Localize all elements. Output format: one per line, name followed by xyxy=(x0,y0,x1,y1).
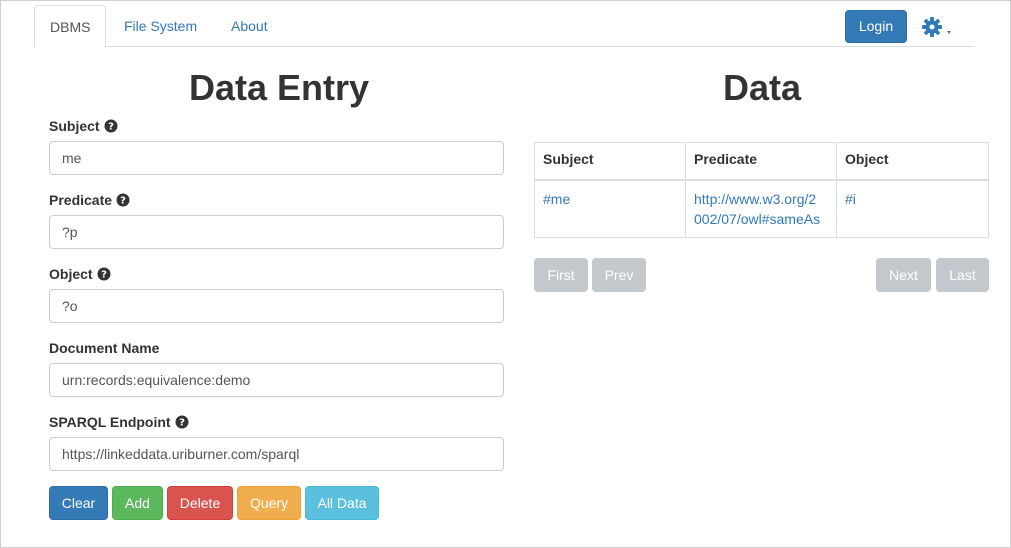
login-button[interactable]: Login xyxy=(845,10,907,43)
data-table: Subject Predicate Object #me http://www.… xyxy=(534,142,989,238)
clear-button[interactable]: Clear xyxy=(49,486,108,520)
sparql-endpoint-label: SPARQL Endpoint ? xyxy=(49,414,189,430)
settings-dropdown[interactable] xyxy=(921,14,957,40)
subject-input[interactable]: me xyxy=(49,141,504,175)
document-name-label: Document Name xyxy=(49,340,160,356)
caret-down-icon xyxy=(947,31,951,34)
subject-label: Subject ? xyxy=(49,118,118,134)
question-circle-icon[interactable]: ? xyxy=(175,415,189,429)
predicate-input[interactable]: ?p xyxy=(49,215,504,249)
predicate-line-2: 002/07/owl#sameAs xyxy=(694,210,821,227)
column-header-predicate: Predicate xyxy=(685,142,837,181)
query-button[interactable]: Query xyxy=(237,486,301,520)
question-circle-icon[interactable]: ? xyxy=(116,193,130,207)
tab-dbms[interactable]: DBMS xyxy=(34,5,107,48)
column-header-object: Object xyxy=(836,142,989,181)
next-page-button[interactable]: Next xyxy=(876,258,931,292)
question-circle-icon[interactable]: ? xyxy=(97,267,111,281)
app-frame: DBMS File System About Login Data Entry … xyxy=(0,0,1011,548)
document-name-input[interactable]: urn:records:equivalence:demo xyxy=(49,363,504,397)
last-page-button[interactable]: Last xyxy=(936,258,989,292)
svg-text:?: ? xyxy=(101,270,107,281)
first-page-button[interactable]: First xyxy=(534,258,588,292)
gear-icon xyxy=(922,17,951,37)
data-title: Data xyxy=(723,67,802,108)
tab-about[interactable]: About xyxy=(216,5,283,47)
predicate-label: Predicate ? xyxy=(49,192,130,208)
table-header-row: Subject Predicate Object xyxy=(534,142,989,181)
svg-text:?: ? xyxy=(179,418,185,429)
prev-page-button[interactable]: Prev xyxy=(592,258,646,292)
question-circle-icon[interactable]: ? xyxy=(104,119,118,133)
top-nav: DBMS File System About Login xyxy=(34,5,974,48)
object-input[interactable]: ?o xyxy=(49,289,504,323)
add-button[interactable]: Add xyxy=(112,486,163,520)
sparql-endpoint-input[interactable]: https://linkeddata.uriburner.com/sparql xyxy=(49,437,504,471)
cell-object-link[interactable]: #i xyxy=(836,179,989,238)
object-label: Object ? xyxy=(49,266,111,282)
tab-file-system[interactable]: File System xyxy=(109,5,212,47)
svg-text:?: ? xyxy=(120,196,126,207)
svg-text:?: ? xyxy=(108,122,114,133)
table-row: #me http://www.w3.org/2 002/07/owl#sameA… xyxy=(534,179,989,238)
cell-predicate-link[interactable]: http://www.w3.org/2 002/07/owl#sameAs xyxy=(685,179,837,238)
delete-button[interactable]: Delete xyxy=(167,486,233,520)
cell-subject-link[interactable]: #me xyxy=(534,179,686,238)
all-data-button[interactable]: All Data xyxy=(305,486,379,520)
column-header-subject: Subject xyxy=(534,142,686,181)
data-entry-title: Data Entry xyxy=(189,67,370,108)
predicate-line-1: http://www.w3.org/2 xyxy=(694,190,817,207)
